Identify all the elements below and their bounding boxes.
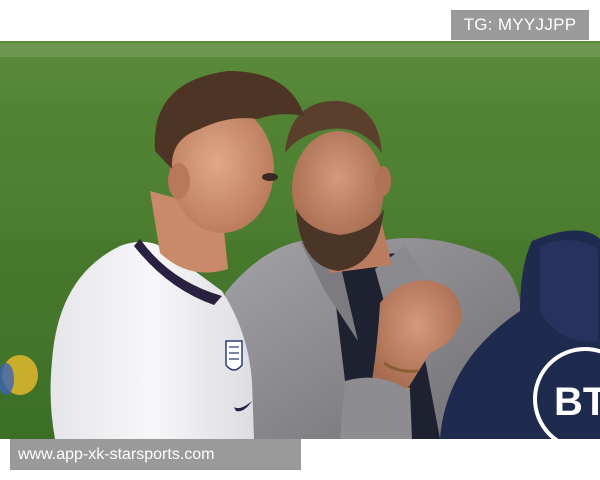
pitch-line — [0, 43, 600, 57]
match-photo: BT — [0, 41, 600, 439]
watermark-top: TG: MYYJJPP — [451, 10, 589, 40]
watermark-bottom: www.app-xk-starsports.com — [10, 439, 301, 470]
jacket-logo: BT — [554, 380, 600, 424]
shield-icon — [225, 340, 243, 371]
